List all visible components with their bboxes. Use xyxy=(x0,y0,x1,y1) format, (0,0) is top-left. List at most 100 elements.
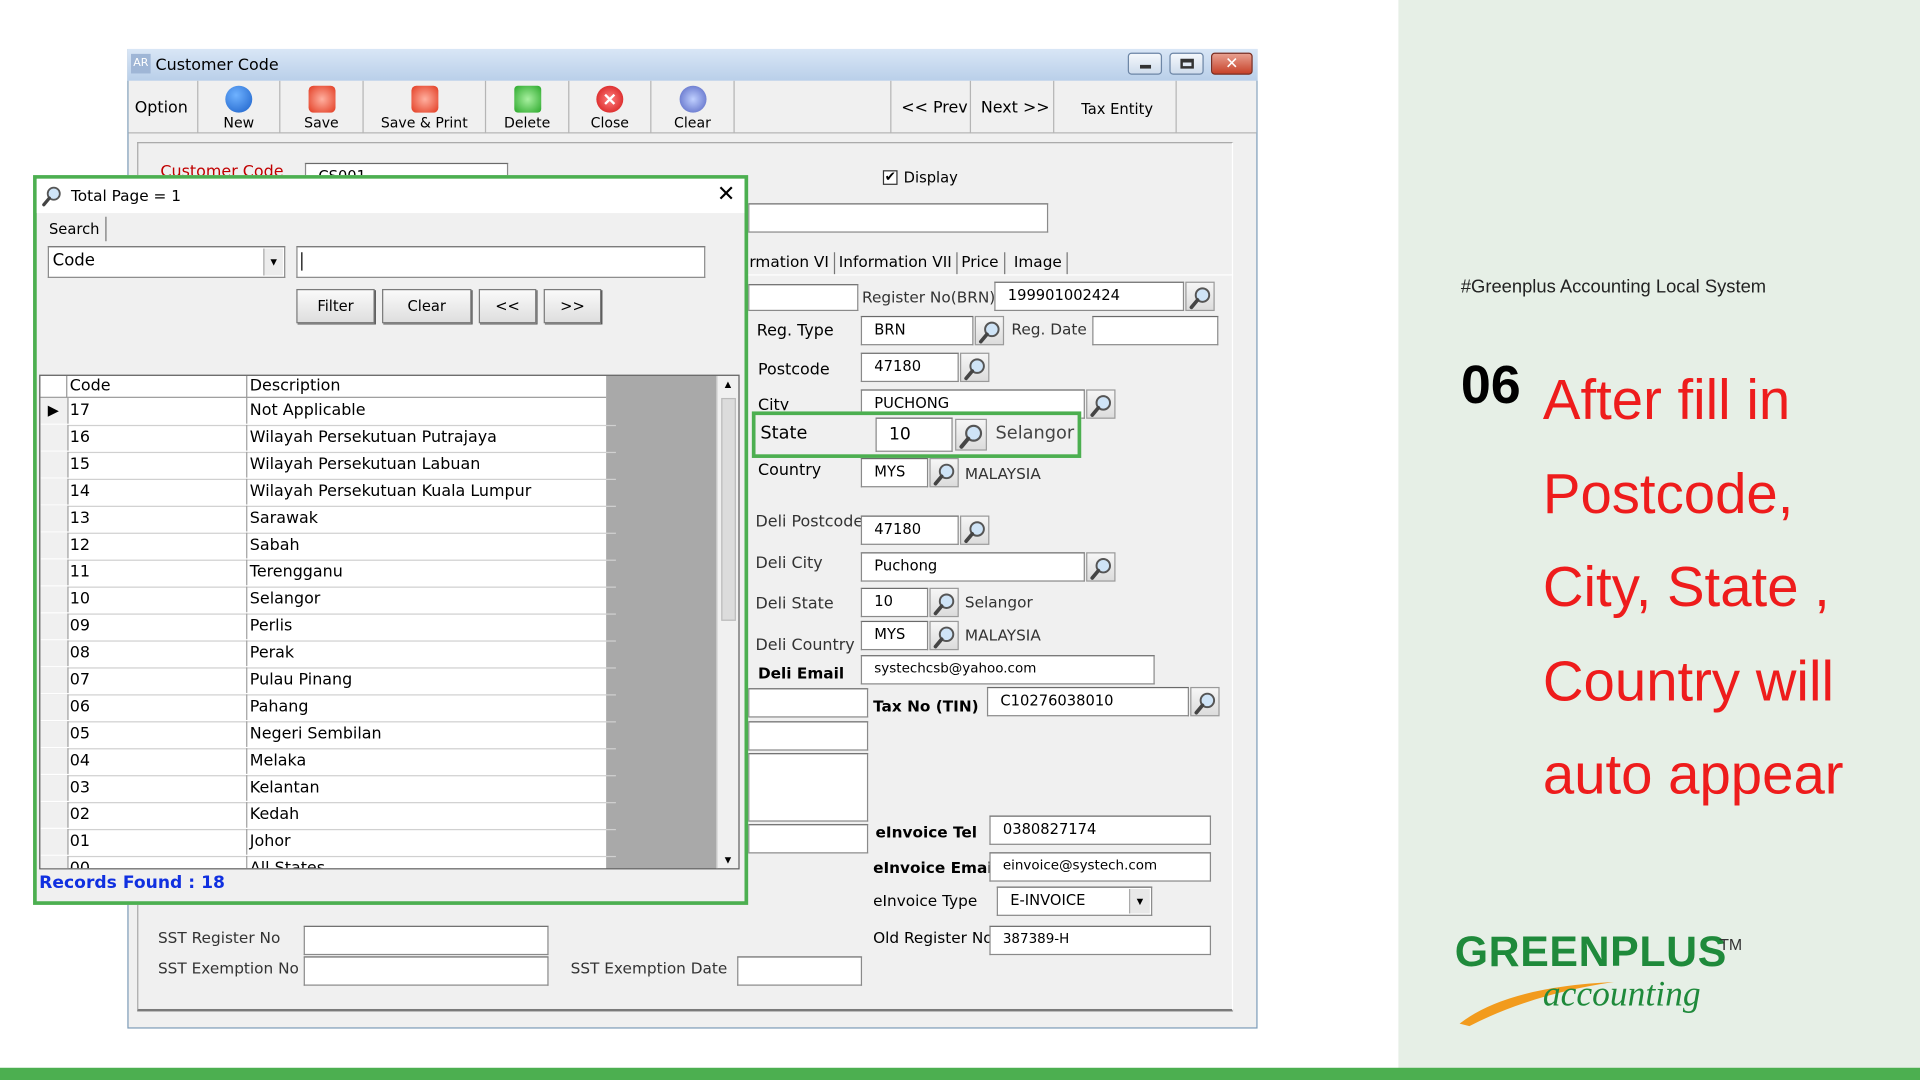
search-field-select[interactable]: Code xyxy=(47,246,286,278)
row-selector[interactable] xyxy=(40,775,69,801)
sst-exemption-date-field[interactable] xyxy=(737,956,863,986)
sst-exemption-field[interactable] xyxy=(303,956,549,986)
display-checkbox[interactable]: ✔ xyxy=(882,170,898,185)
row-selector[interactable] xyxy=(40,586,69,613)
city-lookup[interactable] xyxy=(1086,389,1116,419)
table-row[interactable]: 08 Perak xyxy=(40,640,616,669)
table-row[interactable]: 11 Terengganu xyxy=(40,559,616,588)
deli-city-field[interactable]: Puchong xyxy=(860,552,1085,582)
row-selector[interactable] xyxy=(40,802,69,828)
page-next-button[interactable]: >> xyxy=(543,288,602,324)
table-row[interactable]: 13 Sarawak xyxy=(40,505,616,534)
old-register-field[interactable]: 387389-H xyxy=(989,925,1212,956)
einvoice-type-dropdown-button[interactable]: ▼ xyxy=(1128,888,1150,914)
deli-city-lookup[interactable] xyxy=(1086,552,1116,582)
table-row[interactable]: 00 All States xyxy=(40,855,616,869)
table-row[interactable]: 12 Sabah xyxy=(40,532,616,561)
column-header-code[interactable]: Code xyxy=(70,377,111,395)
row-selector[interactable] xyxy=(40,748,69,774)
table-row[interactable]: 09 Perlis xyxy=(40,613,616,642)
deli-country-lookup[interactable] xyxy=(929,620,959,651)
new-button[interactable]: New xyxy=(197,80,281,134)
tab-information-vi[interactable]: rmation VI xyxy=(744,252,836,275)
row-selector[interactable] xyxy=(40,559,69,586)
row-selector[interactable] xyxy=(40,667,69,694)
deli-postcode-field[interactable]: 47180 xyxy=(860,515,959,545)
deli-state-field[interactable]: 10 xyxy=(860,587,929,618)
prev-button[interactable]: << Prev xyxy=(890,80,972,134)
row-selector[interactable] xyxy=(40,721,69,747)
state-field[interactable]: 10 xyxy=(875,417,953,452)
blank-field-4[interactable] xyxy=(748,824,869,854)
table-row[interactable]: ▶ 17 Not Applicable xyxy=(40,397,616,427)
table-row[interactable]: 02 Kedah xyxy=(40,802,616,831)
deli-email-field[interactable]: systechcsb@yahoo.com xyxy=(860,655,1155,685)
register-no-field[interactable]: 199901002424 xyxy=(994,281,1185,312)
window-close-button[interactable]: ✕ xyxy=(1211,52,1253,75)
table-row[interactable]: 06 Pahang xyxy=(40,694,616,723)
row-selector[interactable]: ▶ xyxy=(40,397,69,424)
tab-image[interactable]: Image xyxy=(1009,252,1068,275)
option-menu[interactable]: Option xyxy=(135,99,188,117)
reg-type-lookup[interactable] xyxy=(974,315,1005,346)
register-no-lookup[interactable] xyxy=(1185,281,1215,312)
popup-close-button[interactable]: ✕ xyxy=(714,182,738,206)
blank-field-3[interactable] xyxy=(748,721,869,751)
table-row[interactable]: 15 Wilayah Persekutuan Labuan xyxy=(40,451,616,481)
table-row[interactable]: 03 Kelantan xyxy=(40,775,616,804)
blank-field-1[interactable] xyxy=(748,284,859,312)
close-button[interactable]: ✕ Close xyxy=(569,80,652,134)
minimize-button[interactable] xyxy=(1127,52,1163,75)
sst-register-field[interactable] xyxy=(303,925,549,956)
table-row[interactable]: 10 Selangor xyxy=(40,586,616,615)
customer-name-field[interactable] xyxy=(748,203,1049,233)
column-header-description[interactable]: Description xyxy=(250,377,341,395)
search-field-dropdown-button[interactable]: ▼ xyxy=(263,248,283,276)
deli-country-field[interactable]: MYS xyxy=(860,620,929,651)
popup-clear-button[interactable]: Clear xyxy=(382,288,472,324)
tax-no-lookup[interactable] xyxy=(1190,686,1220,717)
reg-date-field[interactable] xyxy=(1092,315,1219,346)
tax-entity-button[interactable]: Tax Entity xyxy=(1054,80,1177,134)
row-selector[interactable] xyxy=(40,828,69,855)
country-lookup[interactable] xyxy=(929,457,959,488)
reg-type-field[interactable]: BRN xyxy=(860,315,974,346)
postcode-field[interactable]: 47180 xyxy=(860,352,959,383)
table-row[interactable]: 04 Melaka xyxy=(40,748,616,777)
deli-state-lookup[interactable] xyxy=(929,587,959,618)
einvoice-email-field[interactable]: einvoice@systech.com xyxy=(989,852,1212,882)
title-bar[interactable] xyxy=(127,48,1258,81)
row-selector[interactable] xyxy=(40,532,69,559)
table-row[interactable]: 14 Wilayah Persekutuan Kuala Lumpur xyxy=(40,478,616,507)
popup-search-tab[interactable]: Search xyxy=(49,220,99,237)
row-selector[interactable] xyxy=(40,640,69,667)
row-selector[interactable] xyxy=(40,694,69,721)
blank-memo-field[interactable] xyxy=(748,753,869,822)
table-row[interactable]: 01 Johor xyxy=(40,828,616,858)
save-print-button[interactable]: Save & Print xyxy=(364,80,487,134)
scroll-up-icon[interactable]: ▲ xyxy=(722,378,733,390)
scroll-down-icon[interactable]: ▼ xyxy=(722,853,733,865)
scroll-thumb[interactable] xyxy=(721,397,736,621)
tab-information-vii[interactable]: Information VII xyxy=(834,252,958,275)
row-selector[interactable] xyxy=(40,613,69,640)
maximize-button[interactable] xyxy=(1169,52,1204,75)
row-selector[interactable] xyxy=(40,451,69,478)
table-row[interactable]: 16 Wilayah Persekutuan Putrajaya xyxy=(40,424,616,454)
search-input[interactable] xyxy=(296,246,706,278)
row-selector[interactable] xyxy=(40,424,69,451)
deli-postcode-lookup[interactable] xyxy=(960,515,990,545)
table-row[interactable]: 05 Negeri Sembilan xyxy=(40,721,616,750)
tax-no-field[interactable]: C10276038010 xyxy=(986,686,1189,717)
country-field[interactable]: MYS xyxy=(860,457,929,488)
grid-scrollbar[interactable]: ▲ ▼ xyxy=(716,375,739,869)
tab-price[interactable]: Price xyxy=(956,252,1005,275)
delete-button[interactable]: Delete xyxy=(486,80,570,134)
filter-button[interactable]: Filter xyxy=(296,288,375,324)
row-selector[interactable] xyxy=(40,855,69,869)
next-button[interactable]: Next >> xyxy=(971,80,1055,134)
clear-button[interactable]: Clear xyxy=(651,80,735,134)
row-selector[interactable] xyxy=(40,478,69,505)
save-button[interactable]: Save xyxy=(280,80,364,134)
row-selector[interactable] xyxy=(40,505,69,532)
